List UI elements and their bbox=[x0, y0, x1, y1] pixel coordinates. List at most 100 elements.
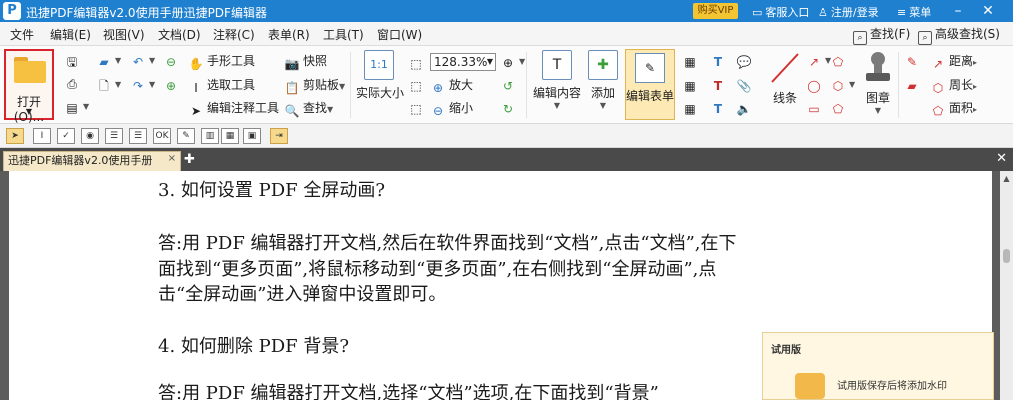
sound-button[interactable]: 🔈 bbox=[736, 99, 755, 117]
signature-tool[interactable]: ✎ bbox=[177, 128, 195, 144]
back-button[interactable]: ⊖ bbox=[163, 52, 182, 70]
menu-comment[interactable]: 注释(C) bbox=[213, 26, 255, 43]
polyline-tool-button[interactable]: ⬠ bbox=[830, 99, 849, 117]
vertical-scrollbar[interactable]: ▲ bbox=[1000, 171, 1013, 400]
typewriter-button[interactable]: T bbox=[710, 52, 729, 70]
note-icon: 💬 bbox=[736, 55, 752, 69]
register-login-label: 注册/登录 bbox=[830, 6, 879, 19]
select-tool-button[interactable]: I 选取工具 bbox=[188, 76, 255, 96]
fit-width-button[interactable]: ⬚ bbox=[408, 76, 427, 94]
table-tool[interactable]: ▦ bbox=[221, 128, 239, 144]
ok-button-tool[interactable]: OK bbox=[153, 128, 171, 144]
menu-tools[interactable]: 工具(T) bbox=[323, 26, 364, 43]
stamp-button[interactable]: 图章 ▼ bbox=[862, 50, 894, 115]
buy-vip-button[interactable]: 购买VIP bbox=[693, 3, 738, 19]
customer-service-link[interactable]: ▭ 客服入口 bbox=[752, 4, 809, 20]
save-button[interactable]: 🖫 bbox=[64, 52, 83, 70]
menu-file[interactable]: 文件 bbox=[10, 26, 34, 43]
paperclip-icon: 📎 bbox=[736, 79, 752, 93]
rotate-left-button[interactable]: ↺ bbox=[500, 76, 519, 94]
distance-button[interactable]: ↗ 距离▸ bbox=[930, 52, 977, 72]
menu-form[interactable]: 表单(R) bbox=[268, 26, 310, 43]
hand-tool-button[interactable]: ✋ 手形工具 bbox=[188, 52, 256, 72]
scan-button[interactable]: ▰ ▼ bbox=[96, 52, 121, 70]
fit-visible-button[interactable]: ⬚ bbox=[408, 99, 427, 117]
select-tool-label: 选取工具 bbox=[207, 78, 256, 92]
strikeout-text-button[interactable]: T bbox=[710, 76, 729, 94]
zoom-tool-button[interactable]: ⊕ ▼ bbox=[500, 53, 525, 71]
forward-button[interactable]: ⊕ bbox=[163, 76, 182, 94]
radio-tool[interactable]: ◉ bbox=[81, 128, 99, 144]
undo-button[interactable]: ↶ ▼ bbox=[130, 52, 155, 70]
cloud-tool-button[interactable]: ⬡ ▼ bbox=[830, 76, 855, 94]
menu-link[interactable]: ≡ 菜单 bbox=[897, 4, 931, 20]
list-field-button[interactable]: ▦ bbox=[682, 99, 701, 117]
checkbox-field-button[interactable]: ▦ bbox=[682, 76, 701, 94]
back-arrow-icon: ⊖ bbox=[165, 55, 177, 69]
edit-annot-tool-button[interactable]: ➤ 编辑注释工具 bbox=[188, 99, 279, 119]
menu-window[interactable]: 窗口(W) bbox=[377, 26, 422, 43]
line-button[interactable]: 线条 bbox=[768, 50, 802, 106]
listbox-tool[interactable]: ☰ bbox=[105, 128, 123, 144]
actual-size-button[interactable]: 1:1 实际大小 bbox=[356, 50, 404, 101]
rotate-left-icon: ↺ bbox=[502, 79, 514, 93]
tab-order-tool[interactable]: ⇥ bbox=[270, 128, 288, 144]
magnifier-icon: ⊕ bbox=[502, 56, 514, 70]
snapshot-button[interactable]: 📷 快照 bbox=[284, 52, 328, 72]
ribbon-find-button[interactable]: 🔍 查找▼ bbox=[284, 99, 334, 119]
advanced-find-label: 高级查找(S) bbox=[935, 27, 1000, 41]
text-field-button[interactable]: ▦ bbox=[682, 52, 701, 70]
document-tab[interactable]: 迅捷PDF编辑器v2.0使用手册 × bbox=[3, 151, 181, 171]
add-tab-icon[interactable]: ✚ bbox=[184, 152, 195, 167]
underline-text-button[interactable]: T bbox=[710, 99, 729, 117]
checkbox-tool[interactable]: ✓ bbox=[57, 128, 75, 144]
zoom-level-select[interactable]: 128.33% ▼ bbox=[430, 53, 496, 71]
edit-form-button[interactable]: ✎ 编辑表单 bbox=[625, 49, 675, 120]
register-login-link[interactable]: ♙ 注册/登录 bbox=[818, 4, 879, 20]
properties-button[interactable]: ▤ ▼ bbox=[64, 98, 89, 116]
advanced-find-button[interactable]: ⌕ 高级查找(S) bbox=[918, 25, 1000, 45]
menu-document[interactable]: 文档(D) bbox=[158, 26, 201, 43]
zoom-in-button[interactable]: ⊕ 放大 bbox=[430, 76, 473, 96]
menu-edit[interactable]: 编辑(E) bbox=[50, 26, 91, 43]
strikeout-text-icon: T bbox=[713, 79, 723, 93]
select-arrow-tool[interactable]: ➤ bbox=[6, 128, 24, 144]
scrollbar-thumb[interactable] bbox=[1003, 249, 1010, 263]
open-button[interactable]: 打开(O)... ▼ bbox=[4, 49, 54, 124]
attachment-button[interactable]: 📎 bbox=[736, 76, 755, 94]
close-tab-icon[interactable]: × bbox=[168, 150, 176, 168]
close-document-icon[interactable]: ✕ bbox=[996, 151, 1007, 166]
clipboard-button[interactable]: 📋 剪贴板▼ bbox=[284, 76, 346, 96]
polygon-tool-button[interactable]: ⬠ bbox=[830, 52, 849, 70]
arrow-tool-button[interactable]: ↗ ▼ bbox=[806, 52, 831, 70]
find-button[interactable]: ⌕ 查找(F) bbox=[853, 25, 910, 45]
minimize-button[interactable]: – bbox=[943, 0, 973, 22]
answer-3-line-1: 答:用 PDF 编辑器打开文档,然后在软件界面找到“文档”,点击“文档”,在下 bbox=[158, 233, 737, 254]
ellipse-tool-button[interactable]: ◯ bbox=[806, 76, 825, 94]
rectangle-tool-button[interactable]: ▭ bbox=[806, 99, 825, 117]
text-field-tool[interactable]: I bbox=[33, 128, 51, 144]
redo-button[interactable]: ↷ ▼ bbox=[130, 76, 155, 94]
scroll-up-icon[interactable]: ▲ bbox=[1000, 174, 1013, 183]
pencil-button[interactable]: ✎ bbox=[904, 52, 923, 70]
zoom-out-button[interactable]: ⊖ 缩小 bbox=[430, 99, 473, 119]
hand-icon: ✋ bbox=[188, 57, 204, 71]
new-doc-button[interactable]: 🗋 ▼ bbox=[96, 76, 121, 94]
perimeter-button[interactable]: ⬡ 周长▸ bbox=[930, 76, 977, 96]
note-button[interactable]: 💬 bbox=[736, 52, 755, 70]
area-button[interactable]: ⬠ 面积▸ bbox=[930, 99, 977, 119]
rotate-right-button[interactable]: ↻ bbox=[500, 99, 519, 117]
zoom-in-label: 放大 bbox=[449, 78, 474, 92]
menu-view[interactable]: 视图(V) bbox=[103, 26, 145, 43]
new-doc-icon: 🗋 bbox=[99, 79, 109, 93]
edit-form-label: 编辑表单 bbox=[626, 89, 675, 103]
image-tool[interactable]: ▣ bbox=[243, 128, 261, 144]
close-window-button[interactable]: ✕ bbox=[973, 0, 1003, 22]
eraser-button[interactable]: ▰ bbox=[904, 76, 923, 94]
fit-page-button[interactable]: ⬚ bbox=[408, 54, 427, 72]
barcode-tool[interactable]: ▥ bbox=[201, 128, 219, 144]
edit-content-button[interactable]: T 编辑内容 ▼ bbox=[532, 50, 582, 110]
add-button[interactable]: ✚ 添加 ▼ bbox=[586, 50, 620, 110]
combobox-tool[interactable]: ☰ bbox=[129, 128, 147, 144]
print-button[interactable]: ⎙ bbox=[64, 74, 83, 92]
